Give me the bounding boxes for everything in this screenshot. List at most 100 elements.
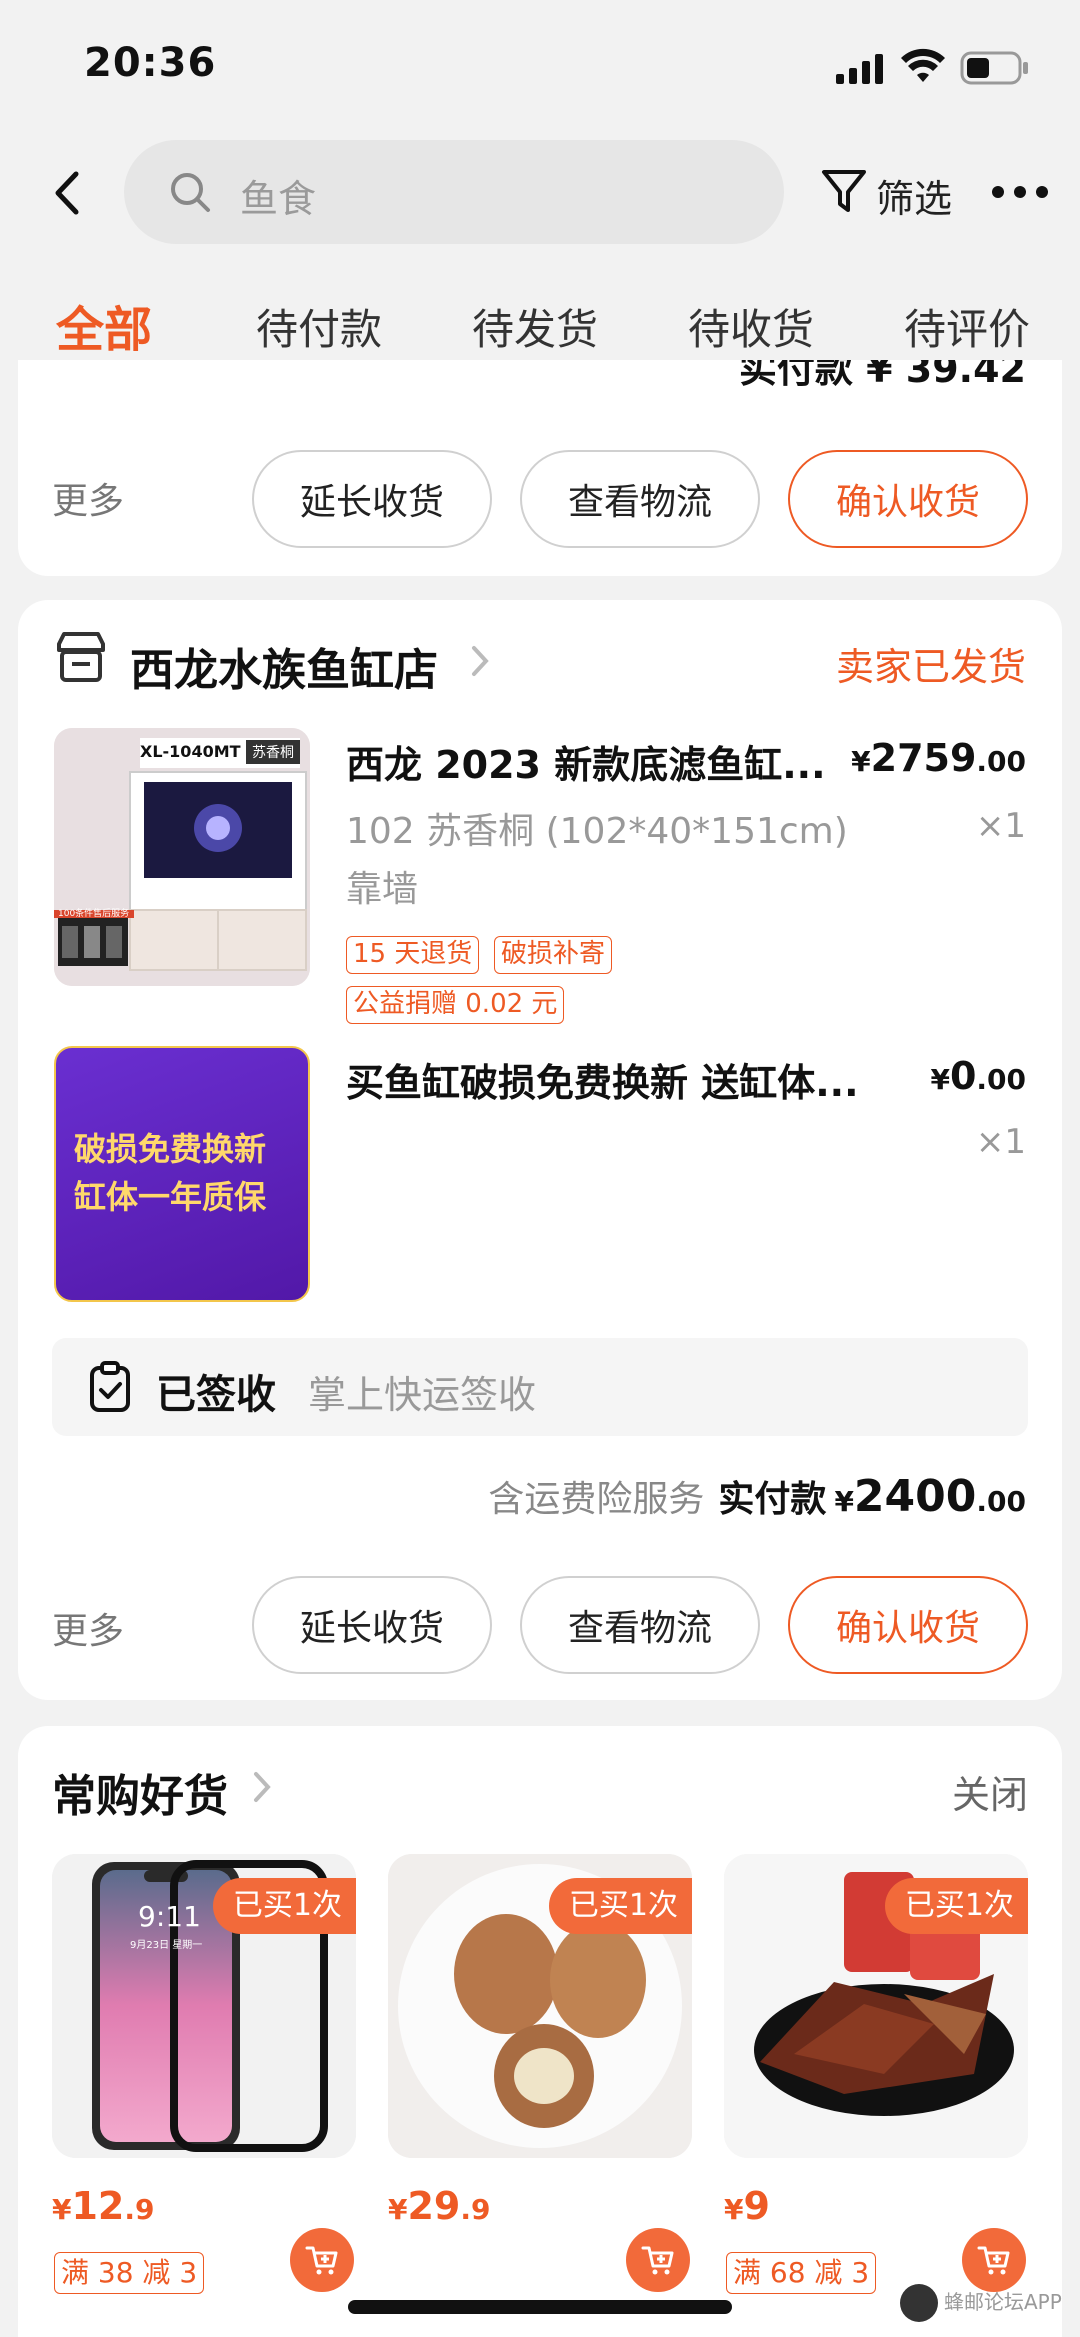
view-logistics-button[interactable]: 查看物流: [520, 1576, 760, 1674]
filter-button[interactable]: 筛选: [816, 156, 966, 226]
product-image-model-label: XL-1040MT: [140, 742, 241, 761]
price-integer: 9: [743, 2184, 770, 2228]
extend-receipt-button[interactable]: 延长收货: [252, 450, 492, 548]
bought-count-badge: 已买1次: [212, 1878, 356, 1934]
store-icon: [54, 630, 108, 684]
recommend-title[interactable]: 常购好货: [52, 1760, 228, 1824]
product-quantity: ×1: [975, 1122, 1026, 1162]
delivery-status-bar[interactable]: 已签收 掌上快运签收: [52, 1338, 1028, 1436]
search-placeholder: 鱼食: [240, 177, 317, 221]
price-symbol: ¥: [388, 2193, 408, 2226]
filter-icon: [820, 166, 870, 216]
product-price: ¥2759.00: [851, 736, 1026, 780]
previous-order-paid-amount: 实付款 ¥ 39.42: [738, 360, 1026, 391]
cart-icon: [977, 2246, 1010, 2275]
price-integer: 12: [71, 2184, 125, 2228]
warranty-image-text-1: 破损免费换新: [74, 1130, 267, 1168]
promo-tag: 满 38 减 3: [54, 2252, 205, 2294]
tab-pending-review[interactable]: 待评价: [904, 296, 1030, 357]
recommend-item-image[interactable]: 已买1次: [388, 1854, 692, 2158]
recommend-item-image[interactable]: 9:11 9月23日 星期一 已买1次: [52, 1854, 356, 2158]
tab-pending-shipment[interactable]: 待发货: [472, 296, 598, 357]
more-options-icon[interactable]: [990, 180, 1050, 204]
recommend-close-button[interactable]: 关闭: [952, 1764, 1028, 1819]
search-icon: [168, 170, 212, 214]
status-time: 20:36: [84, 40, 217, 86]
tag-damage-resend: 破损补寄: [494, 936, 613, 974]
recommend-image-clock-time: 9:11: [138, 1900, 201, 1933]
recommend-item-price: ¥29.9: [388, 2184, 491, 2228]
price-symbol: ¥: [851, 745, 871, 778]
tab-all[interactable]: 全部: [56, 290, 152, 360]
tab-pending-receipt[interactable]: 待收货: [688, 296, 814, 357]
store-name[interactable]: 西龙水族鱼缸店: [130, 634, 438, 698]
back-icon[interactable]: [48, 168, 88, 218]
price-integer: 2759: [870, 736, 977, 780]
payment-summary: 含运费险服务 实付款 ¥2400.00: [488, 1470, 1026, 1522]
watermark-logo-icon: [900, 2284, 938, 2322]
add-to-cart-button[interactable]: [290, 2228, 354, 2292]
product-title[interactable]: 买鱼缸破损免费换新 送缸体...: [346, 1052, 859, 1107]
tag-return-15-days: 15 天退货: [346, 936, 480, 974]
price-symbol: ¥: [930, 1063, 950, 1096]
extend-receipt-button[interactable]: 延长收货: [252, 1576, 492, 1674]
product-image-finish-label: 苏香桐: [246, 740, 300, 764]
product-image-aquarium[interactable]: XL-1040MT 苏香桐 100条件售后服务: [54, 728, 310, 986]
cart-icon: [641, 2246, 674, 2275]
product-image-warranty[interactable]: 破损免费换新 缸体一年质保: [54, 1046, 310, 1302]
recommend-item-price: ¥9: [724, 2184, 770, 2228]
add-to-cart-button[interactable]: [626, 2228, 690, 2292]
price-decimal: .9: [460, 2193, 491, 2226]
wifi-icon: [900, 48, 946, 84]
bought-count-badge: 已买1次: [884, 1878, 1028, 1934]
product-price: ¥0.00: [930, 1054, 1026, 1098]
promo-tag: 满 68 减 3: [726, 2252, 877, 2294]
more-link[interactable]: 更多: [52, 472, 124, 524]
product-spec-2: 靠墙: [346, 869, 419, 910]
paid-label: 实付款: [718, 1479, 827, 1520]
paid-decimal: .00: [976, 1485, 1026, 1518]
price-decimal: .00: [976, 1063, 1026, 1096]
view-logistics-button[interactable]: 查看物流: [520, 450, 760, 548]
home-indicator: [348, 2300, 732, 2314]
search-input[interactable]: 鱼食: [124, 140, 784, 244]
delivery-status-label: 已签收: [156, 1372, 276, 1418]
price-symbol: ¥: [52, 2193, 72, 2226]
product-title[interactable]: 西龙 2023 新款底滤鱼缸...: [346, 734, 826, 789]
clipboard-check-icon: [88, 1360, 132, 1414]
signal-icon: [836, 52, 886, 84]
cart-icon: [305, 2246, 338, 2275]
paid-integer: 2400: [853, 1471, 977, 1522]
order-tabs: 全部 待付款 待发货 待收货 待评价: [0, 282, 1080, 372]
watermark-text: 蜂邮论坛APP: [944, 2290, 1062, 2314]
recommend-item-price: ¥12.9: [52, 2184, 155, 2228]
watermark: 蜂邮论坛APP: [900, 2280, 1076, 2326]
price-integer: 29: [407, 2184, 461, 2228]
filter-label: 筛选: [876, 177, 953, 221]
price-decimal: .9: [124, 2193, 155, 2226]
product-quantity: ×1: [975, 806, 1026, 846]
delivery-status-detail: 掌上快运签收: [308, 1373, 537, 1417]
product-spec: 102 苏香桐 (102*40*151cm): [346, 811, 848, 852]
recommend-image-clock-date: 9月23日 星期一: [130, 1940, 203, 1951]
warranty-image-text-2: 缸体一年质保: [74, 1178, 267, 1216]
order-card: 西龙水族鱼缸店 卖家已发货 XL-1040MT 苏香桐 100条件售后服务 西龙…: [18, 600, 1062, 1700]
previous-order-card: 实付款 ¥ 39.42 更多 延长收货 查看物流 确认收货: [18, 360, 1062, 576]
price-symbol: ¥: [724, 2193, 744, 2226]
chevron-right-icon: [470, 644, 490, 678]
tab-pending-payment[interactable]: 待付款: [256, 296, 382, 357]
confirm-receipt-button[interactable]: 确认收货: [788, 1576, 1028, 1674]
battery-icon: [960, 50, 1030, 86]
order-status: 卖家已发货: [835, 645, 1026, 689]
chevron-right-icon: [252, 1770, 272, 1804]
tag-charity-donation: 公益捐赠 0.02 元: [346, 986, 565, 1024]
product-image-promo-label: 100条件售后服务: [58, 909, 130, 919]
shipping-insurance-note: 含运费险服务: [488, 1479, 705, 1520]
bought-count-badge: 已买1次: [548, 1878, 692, 1934]
price-integer: 0: [949, 1054, 977, 1098]
recommend-item-image[interactable]: 已买1次: [724, 1854, 1028, 2158]
confirm-receipt-button[interactable]: 确认收货: [788, 450, 1028, 548]
price-decimal: .00: [976, 745, 1026, 778]
more-link[interactable]: 更多: [52, 1602, 124, 1654]
paid-symbol: ¥: [834, 1485, 854, 1518]
